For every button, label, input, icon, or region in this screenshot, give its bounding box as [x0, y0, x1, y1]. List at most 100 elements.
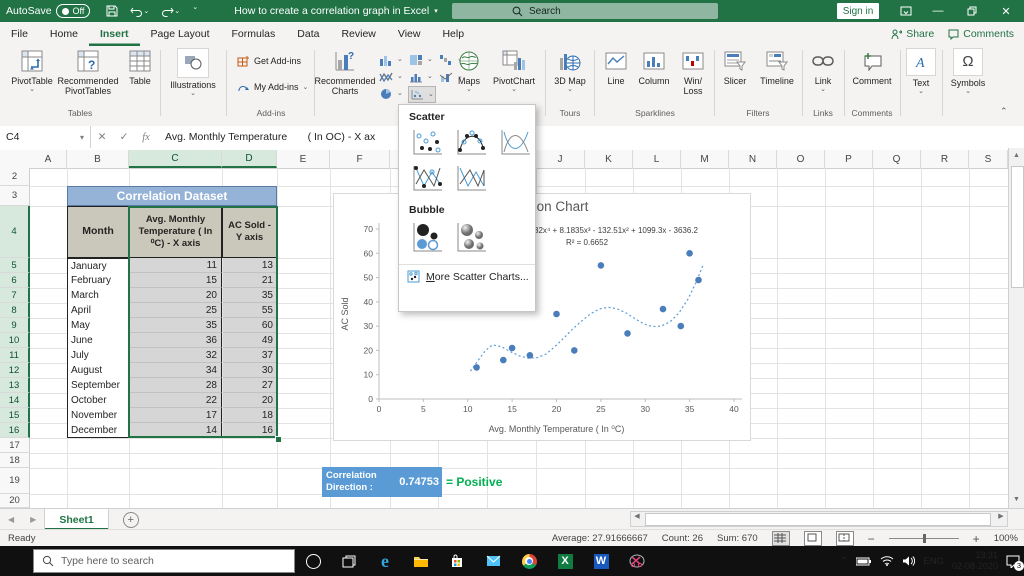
document-title[interactable]: How to create a correlation graph in Exc…: [228, 0, 443, 22]
sparkline-line-button[interactable]: Line: [600, 48, 632, 86]
notification-center-button[interactable]: 3: [1006, 555, 1020, 568]
scatter-smooth-markers-option[interactable]: [453, 128, 489, 158]
redo-button[interactable]: ⌄: [155, 0, 186, 22]
my-addins-button[interactable]: My Add-ins⌄: [236, 80, 308, 94]
cell-temperature[interactable]: 11: [129, 258, 222, 273]
cortana-button[interactable]: [300, 549, 326, 573]
edge-button[interactable]: e: [372, 549, 398, 573]
tab-home[interactable]: Home: [39, 22, 89, 46]
undo-button[interactable]: ⌄: [124, 0, 155, 22]
microsoft-store-button[interactable]: [444, 549, 470, 573]
timeline-button[interactable]: Timeline: [756, 48, 798, 86]
dataset-header-month[interactable]: Month: [67, 206, 129, 258]
minimize-button[interactable]: —: [922, 0, 954, 22]
save-button[interactable]: [100, 0, 124, 22]
new-sheet-button[interactable]: +: [123, 512, 139, 528]
row-header-10[interactable]: 10: [0, 333, 30, 348]
link-button[interactable]: Link⌄: [806, 48, 840, 93]
wifi-icon[interactable]: [880, 556, 894, 566]
row-header-14[interactable]: 14: [0, 393, 30, 408]
status-sum[interactable]: Sum: 670: [717, 533, 758, 544]
enter-button[interactable]: ✓: [113, 126, 135, 148]
tab-page-layout[interactable]: Page Layout: [140, 22, 221, 46]
row-header-20[interactable]: 20: [0, 494, 30, 508]
sheet-nav-left-icon[interactable]: ◀: [0, 515, 22, 524]
row-header-17[interactable]: 17: [0, 438, 30, 453]
tab-data[interactable]: Data: [286, 22, 330, 46]
insert-pie-chart-button[interactable]: ⌄: [378, 86, 404, 101]
column-header-C[interactable]: C: [129, 150, 222, 168]
search-box[interactable]: Search: [452, 3, 718, 19]
row-header-12[interactable]: 12: [0, 363, 30, 378]
text-button[interactable]: A Text⌄: [904, 48, 938, 95]
cell-acsold[interactable]: 20: [223, 393, 277, 408]
column-header-J[interactable]: J: [536, 150, 585, 168]
zoom-slider-thumb[interactable]: [923, 534, 926, 543]
slicer-button[interactable]: Slicer: [718, 48, 752, 86]
chrome-button[interactable]: [516, 549, 542, 573]
cell-temperature[interactable]: 20: [129, 288, 222, 303]
cell-temperature[interactable]: 28: [129, 378, 222, 393]
row-header-19[interactable]: 19: [0, 468, 30, 494]
insert-column-chart-button[interactable]: ⌄: [378, 52, 404, 67]
restore-button[interactable]: [956, 0, 988, 22]
battery-icon[interactable]: [856, 557, 872, 566]
row-header-16[interactable]: 16: [0, 423, 30, 438]
row-header-15[interactable]: 15: [0, 408, 30, 423]
cell-acsold[interactable]: 37: [223, 348, 277, 363]
normal-view-button[interactable]: [772, 531, 790, 546]
language-indicator[interactable]: ENG: [923, 556, 944, 567]
scroll-up-icon[interactable]: ▲: [1009, 148, 1024, 164]
cell-month[interactable]: April: [67, 303, 129, 318]
scroll-right-icon[interactable]: ▶: [995, 511, 1007, 527]
page-layout-view-button[interactable]: [804, 531, 822, 546]
cell-acsold[interactable]: 21: [223, 273, 277, 288]
cell-acsold[interactable]: 35: [223, 288, 277, 303]
namebox-dropdown-icon[interactable]: ▾: [80, 133, 84, 142]
cell-month[interactable]: January: [67, 258, 129, 273]
cell-acsold[interactable]: 60: [223, 318, 277, 333]
insert-hierarchy-chart-button[interactable]: ⌄: [408, 52, 434, 67]
row-header-9[interactable]: 9: [0, 318, 30, 333]
column-header-F[interactable]: F: [330, 150, 390, 168]
recommended-pivottables-button[interactable]: ? Recommended PivotTables: [56, 48, 120, 97]
task-view-button[interactable]: [336, 549, 362, 573]
column-header-D[interactable]: D: [222, 150, 277, 168]
correlation-chart[interactable]: 0102030405060700510152025303540Correlati…: [333, 193, 751, 441]
scatter-option[interactable]: [409, 128, 445, 158]
cell-temperature[interactable]: 15: [129, 273, 222, 288]
bubble-3d-option[interactable]: [453, 221, 489, 255]
get-addins-button[interactable]: Get Add-ins: [236, 54, 301, 68]
cell-temperature[interactable]: 34: [129, 363, 222, 378]
comments-button[interactable]: Comments: [948, 28, 1014, 40]
file-explorer-button[interactable]: [408, 549, 434, 573]
column-header-O[interactable]: O: [777, 150, 825, 168]
name-box[interactable]: C4▾: [0, 126, 91, 148]
pivottable-button[interactable]: PivotTable⌄: [10, 48, 54, 93]
cell-temperature[interactable]: 35: [129, 318, 222, 333]
insert-line-chart-button[interactable]: ⌄: [378, 69, 404, 84]
autosave-toggle[interactable]: AutoSave Off: [0, 0, 100, 22]
cell-acsold[interactable]: 55: [223, 303, 277, 318]
dataset-title-cell[interactable]: Correlation Dataset: [67, 186, 277, 206]
row-header-5[interactable]: 5: [0, 258, 30, 273]
cell-month[interactable]: December: [67, 423, 129, 438]
zoom-out-button[interactable]: −: [868, 532, 875, 546]
cell-month[interactable]: October: [67, 393, 129, 408]
speaker-icon[interactable]: [902, 556, 915, 566]
page-break-view-button[interactable]: [836, 531, 854, 546]
vertical-scroll-thumb[interactable]: [1011, 166, 1024, 288]
tray-expand-icon[interactable]: ⌃: [840, 556, 848, 567]
sheet-nav-right-icon[interactable]: ▶: [22, 515, 44, 524]
cell-acsold[interactable]: 16: [223, 423, 277, 438]
scroll-down-icon[interactable]: ▼: [1009, 492, 1024, 508]
status-count[interactable]: Count: 26: [662, 533, 703, 544]
column-header-S[interactable]: S: [969, 150, 1008, 168]
column-header-Q[interactable]: Q: [873, 150, 921, 168]
tab-formulas[interactable]: Formulas: [221, 22, 287, 46]
dataset-header-temperature[interactable]: Avg. Monthly Temperature ( In ⁰C) - X ax…: [129, 206, 222, 258]
share-button[interactable]: Share: [891, 28, 934, 40]
table-button[interactable]: Table: [122, 48, 158, 86]
scatter-straight-option[interactable]: [453, 164, 489, 194]
tab-review[interactable]: Review: [330, 22, 386, 46]
